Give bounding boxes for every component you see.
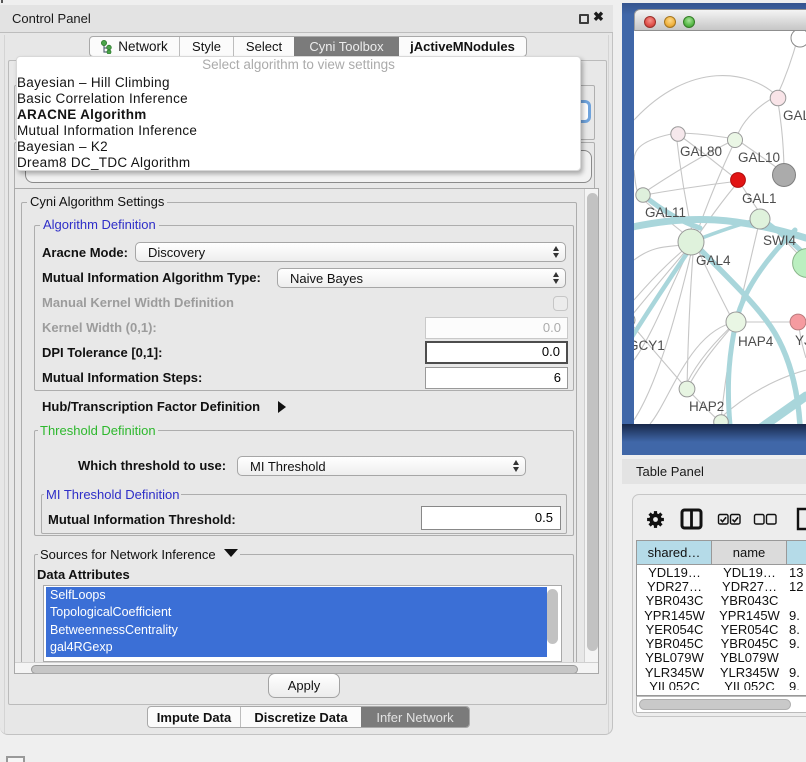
svg-text:GAL10: GAL10 (738, 150, 780, 165)
svg-text:SWI4: SWI4 (763, 233, 796, 248)
svg-text:YJ: YJ (795, 333, 806, 348)
svg-text:GAL11: GAL11 (645, 205, 686, 220)
svg-text:GAL4: GAL4 (696, 253, 731, 268)
svg-text:GAL1: GAL1 (742, 191, 777, 206)
svg-text:GAL80: GAL80 (680, 144, 722, 159)
svg-text:GAL2: GAL2 (783, 108, 806, 123)
svg-text:HAP2: HAP2 (689, 399, 724, 414)
svg-text:HAP4: HAP4 (738, 334, 774, 349)
svg-text:GCY1: GCY1 (634, 338, 665, 353)
